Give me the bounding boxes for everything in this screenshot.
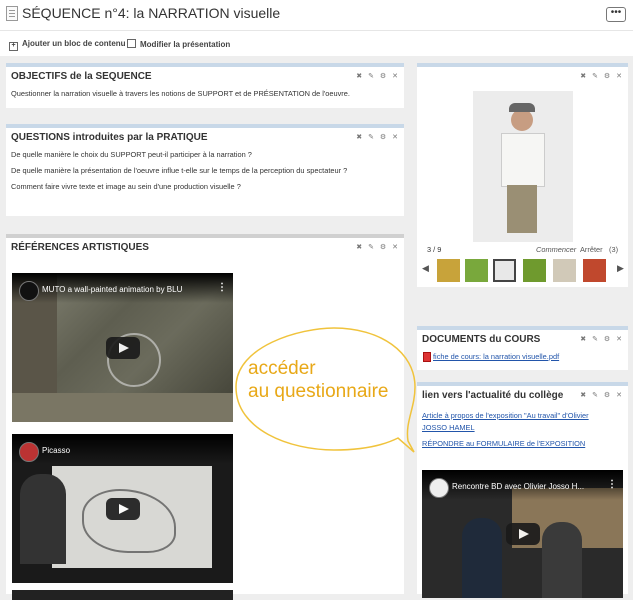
gallery-thumb[interactable] [553,259,576,282]
exhibition-article-link-cont[interactable]: JOSSO HAMEL [422,423,475,432]
gallery-count: (3) [609,245,619,254]
annotation-line-2: au questionnaire [248,381,389,402]
channel-avatar [19,281,39,301]
block-controls[interactable]: ✖ ✎ ⚙ ✕ [356,133,400,141]
gallery-block: ✖ ✎ ⚙ ✕ 3 / 9 Commencer Arrêter (3) [417,63,628,287]
gallery-thumb[interactable] [465,259,488,282]
artist-silhouette [20,474,66,564]
person-cap [509,103,535,112]
add-block-button[interactable]: + Ajouter un bloc de contenu [9,39,126,51]
documents-title: DOCUMENTS du COURS [422,334,541,345]
gallery-start[interactable]: Commencer [536,245,576,254]
exhibition-form-link[interactable]: RÉPONDRE au FORMULAIRE de l'EXPOSITION [422,439,585,448]
person-head [511,109,533,131]
video-player-muto[interactable]: MUTO a wall-painted animation by BLU ⋮ [12,273,233,422]
objectifs-text: Questionner la narration visuelle à trav… [11,89,350,98]
block-controls[interactable]: ✖ ✎ ⚙ ✕ [580,335,624,343]
references-title: RÉFÉRENCES ARTISTIQUES [11,242,149,253]
block-controls[interactable]: ✖ ✎ ⚙ ✕ [580,391,624,399]
question-line: De quelle manière la présentation de l'o… [11,166,348,175]
channel-avatar [19,442,39,462]
add-block-label: Ajouter un bloc de contenu [22,39,126,48]
objectifs-block: OBJECTIFS de la SEQUENCE ✖ ✎ ⚙ ✕ Questio… [6,63,404,108]
video-more-icon[interactable]: ⋮ [217,282,227,293]
question-line: De quelle manière le choix du SUPPORT pe… [11,150,252,159]
video-player-rencontre[interactable]: Rencontre BD avec Olivier Josso H... ⋮ [422,470,623,598]
plus-icon: + [9,42,18,51]
college-title: lien vers l'actualité du collège [422,390,564,401]
ground [12,393,233,422]
play-icon[interactable] [105,336,140,359]
play-icon[interactable] [505,523,540,545]
edit-presentation-label: Modifier la présentation [140,40,231,49]
gallery-next-arrow[interactable]: ▶ [617,263,624,274]
exhibition-article-link[interactable]: Article à propos de l'exposition "Au tra… [422,411,589,420]
gallery-thumb[interactable] [437,259,460,282]
block-controls[interactable]: ✖ ✎ ⚙ ✕ [356,243,400,251]
document-link[interactable]: fiche de cours: la narration visuelle.pd… [433,352,559,361]
block-controls[interactable]: ✖ ✎ ⚙ ✕ [356,72,400,80]
pdf-icon [423,352,431,362]
gallery-thumb[interactable] [583,259,606,282]
speaker-right [542,522,582,598]
gallery-prev-arrow[interactable]: ◀ [422,263,429,274]
question-line: Comment faire vivre texte et image au se… [11,182,241,191]
gallery-stop[interactable]: Arrêter [580,245,603,254]
video-title: Rencontre BD avec Olivier Josso H... [452,482,585,491]
person-shirt [501,133,545,187]
documents-block: DOCUMENTS du COURS ✖ ✎ ⚙ ✕ fiche de cour… [417,326,628,370]
video-title: MUTO a wall-painted animation by BLU [42,285,183,294]
gallery-thumb[interactable] [523,259,546,282]
more-options-button[interactable]: ••• [606,7,626,22]
video-more-icon[interactable]: ⋮ [607,479,617,490]
video-player-picasso[interactable]: Picasso [12,434,233,583]
channel-avatar [429,478,449,498]
edit-toolbar: + Ajouter un bloc de contenu Modifier la … [0,30,633,56]
page-icon [6,6,18,21]
objectifs-title: OBJECTIFS de la SEQUENCE [11,71,152,82]
person-trousers [507,185,537,233]
gallery-main-photo[interactable] [473,91,573,242]
layout-icon [127,39,136,48]
video-title: Picasso [42,446,71,455]
page-title: SÉQUENCE n°4: la NARRATION visuelle [22,5,281,21]
speaker-left [462,518,502,598]
edit-presentation-button[interactable]: Modifier la présentation [127,39,230,49]
play-icon[interactable] [105,497,140,520]
page-header: SÉQUENCE n°4: la NARRATION visuelle ••• [0,0,633,30]
questions-title: QUESTIONS introduites par la PRATIQUE [11,132,208,143]
gallery-counter: 3 / 9 [427,245,442,254]
block-controls[interactable]: ✖ ✎ ⚙ ✕ [580,72,624,80]
annotation-line-1: accéder [248,358,316,379]
questions-block: QUESTIONS introduites par la PRATIQUE ✖ … [6,124,404,216]
college-block: lien vers l'actualité du collège ✖ ✎ ⚙ ✕… [417,382,628,598]
gallery-thumb-active[interactable] [493,259,516,282]
